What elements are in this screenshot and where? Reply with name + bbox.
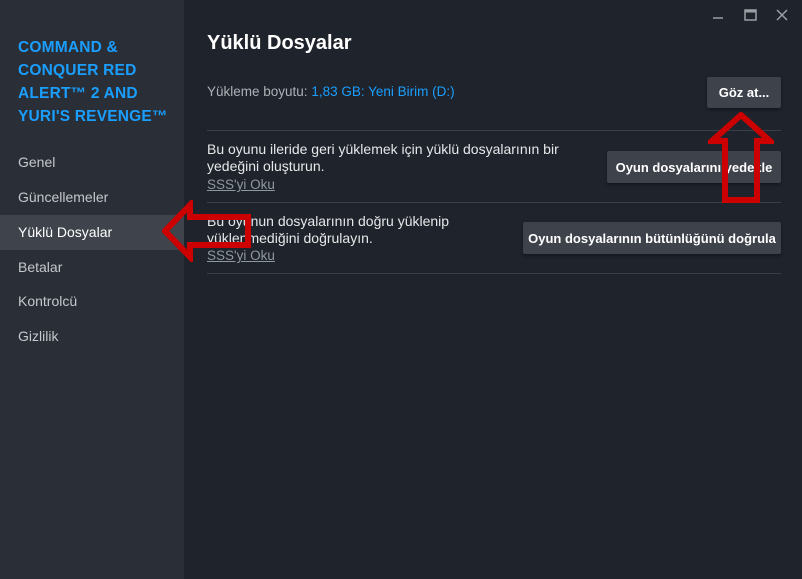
sidebar-item-label: Güncellemeler — [18, 189, 109, 205]
sidebar-item-yuklu-dosyalar[interactable]: Yüklü Dosyalar — [0, 215, 184, 250]
verify-integrity-button[interactable]: Oyun dosyalarının bütünlüğünü doğrula — [523, 222, 781, 254]
close-icon — [776, 9, 788, 21]
backup-description: Bu oyunu ileride geri yüklemek için yükl… — [207, 141, 559, 174]
sidebar-item-kontrolcu[interactable]: Kontrolcü — [0, 284, 184, 319]
page-title: Yüklü Dosyalar — [207, 32, 352, 54]
sidebar-item-label: Yüklü Dosyalar — [18, 224, 113, 240]
sidebar-item-label: Gizlilik — [18, 328, 59, 344]
maximize-button[interactable] — [734, 4, 766, 26]
browse-button[interactable]: Göz at... — [707, 77, 781, 108]
red-arrow-up-icon — [708, 112, 774, 203]
sidebar-item-label: Genel — [18, 154, 56, 170]
sidebar-item-label: Betalar — [18, 259, 63, 275]
sidebar-item-label: Kontrolcü — [18, 293, 78, 309]
divider — [207, 202, 781, 203]
backup-faq-link[interactable]: SSS'yi Oku — [207, 177, 275, 192]
close-button[interactable] — [766, 4, 798, 26]
sidebar-item-betalar[interactable]: Betalar — [0, 250, 184, 285]
install-size-row: Yükleme boyutu: 1,83 GB: Yeni Birim (D:) — [207, 84, 455, 99]
divider — [207, 273, 781, 274]
install-size-value: 1,83 GB: Yeni Birim (D:) — [311, 84, 455, 99]
window-controls — [702, 4, 798, 26]
minimize-button[interactable] — [702, 4, 734, 26]
game-title: COMMAND & CONQUER RED ALERT™ 2 AND YURI'… — [18, 39, 168, 125]
install-size-label: Yükleme boyutu: — [207, 84, 308, 99]
red-arrow-left-icon — [162, 200, 251, 262]
divider — [207, 130, 781, 131]
minimize-icon — [713, 17, 723, 19]
sidebar-item-genel[interactable]: Genel — [0, 145, 184, 180]
maximize-icon — [743, 9, 757, 21]
sidebar: COMMAND & CONQUER RED ALERT™ 2 AND YURI'… — [0, 0, 184, 579]
sidebar-item-guncellemeler[interactable]: Güncellemeler — [0, 180, 184, 215]
main-panel: Yüklü Dosyalar Yükleme boyutu: 1,83 GB: … — [184, 0, 802, 579]
sidebar-item-gizlilik[interactable]: Gizlilik — [0, 319, 184, 354]
